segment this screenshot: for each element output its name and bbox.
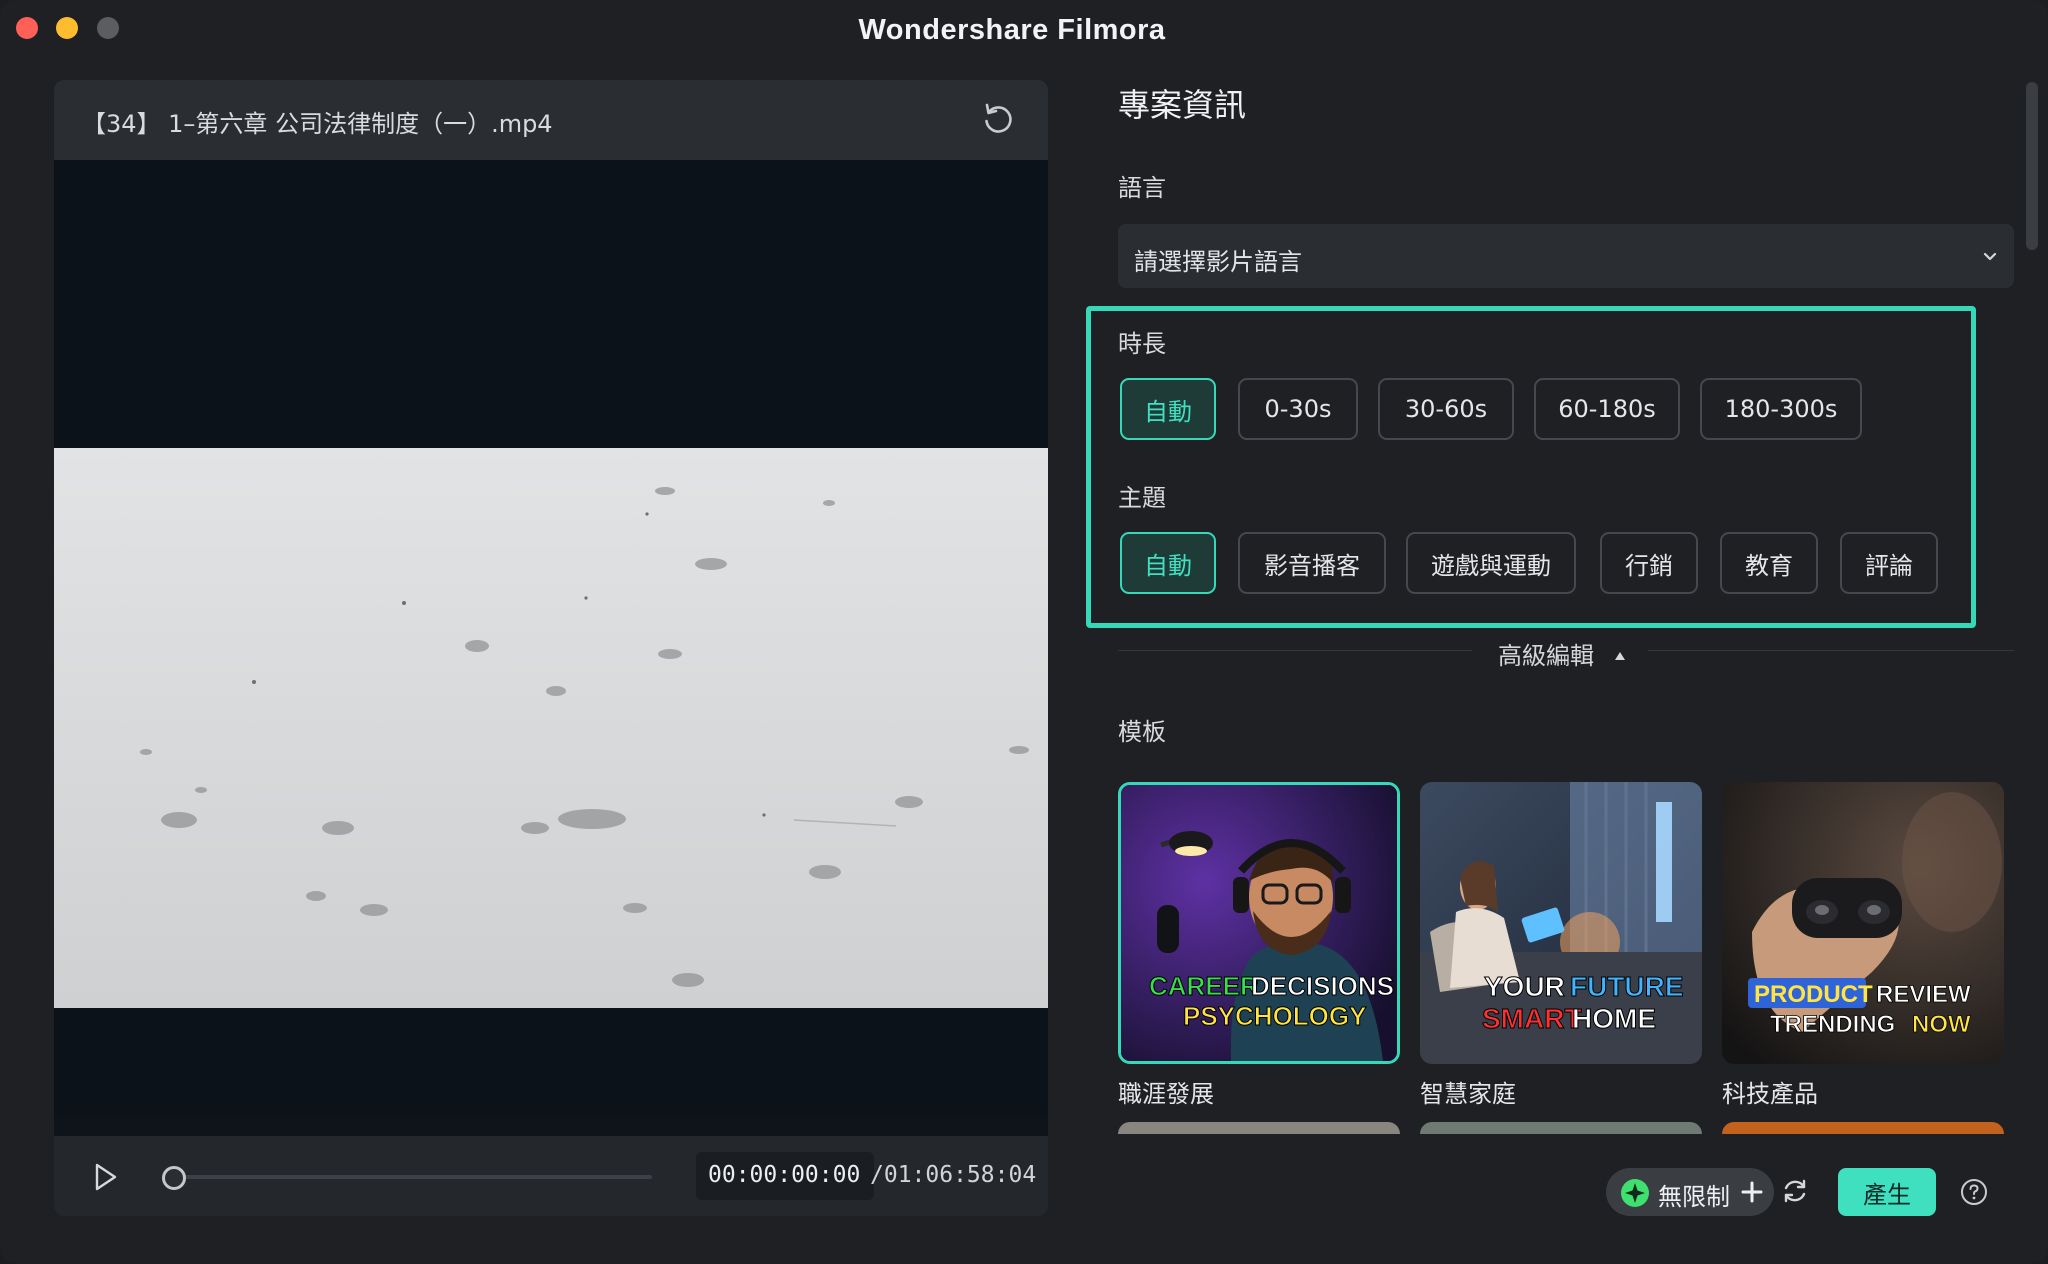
language-select[interactable]: 請選擇影片語言	[1118, 224, 2014, 288]
total-duration: /01:06:58:04	[870, 1162, 1037, 1188]
video-preview-panel: 【34】 1–第六章 公司法律制度（一）.mp4 00:00:00:00 /01…	[54, 80, 1048, 1216]
current-timecode: 00:00:00:00	[708, 1162, 861, 1188]
language-label: 語言	[1118, 174, 1166, 202]
chevron-down-icon	[1980, 246, 2000, 266]
template-thumbnail: CAREER DECISIONS PSYCHOLOGY	[1121, 785, 1397, 1061]
thumb-text-product: PRODUCT	[1754, 981, 1873, 1008]
theme-option-education[interactable]: 教育	[1720, 532, 1818, 594]
duration-option-auto[interactable]: 自動	[1120, 378, 1216, 440]
thumb-text-career: CAREER	[1149, 971, 1259, 1001]
thumb-text-smart: SMART	[1482, 1003, 1582, 1034]
refresh-icon[interactable]	[978, 100, 1018, 140]
template-name-smart-home: 智慧家庭	[1420, 1080, 1516, 1108]
template-name-tech-product: 科技產品	[1722, 1080, 1818, 1108]
language-placeholder: 請選擇影片語言	[1134, 248, 1302, 276]
panel-title: 專案資訊	[1118, 86, 1247, 124]
file-name: 【34】 1–第六章 公司法律制度（一）.mp4	[82, 110, 553, 138]
plan-label: 無限制	[1658, 1183, 1730, 1211]
template-thumbnail: YOUR FUTURE SMART HOME	[1420, 782, 1702, 1064]
templates-label: 模板	[1118, 718, 1166, 746]
panel-scrollbar[interactable]	[2026, 82, 2038, 250]
unlimited-icon	[1620, 1178, 1650, 1208]
plus-icon[interactable]	[1738, 1178, 1766, 1206]
theme-option-gaming-sports[interactable]: 遊戲與運動	[1406, 532, 1576, 594]
thumb-text-psychology: PSYCHOLOGY	[1183, 1001, 1366, 1031]
title-bar: Wondershare Filmora	[0, 0, 2048, 62]
app-window: Wondershare Filmora 【34】 1–第六章 公司法律制度（一）…	[0, 0, 2048, 1264]
template-card-smart-home[interactable]: YOUR FUTURE SMART HOME	[1420, 782, 1702, 1064]
scrub-handle[interactable]	[162, 1166, 186, 1190]
caret-up-icon[interactable]	[1614, 646, 1626, 660]
plan-badge[interactable]: 無限制	[1606, 1168, 1774, 1216]
thumb-text-future: FUTURE	[1570, 971, 1684, 1002]
theme-option-auto[interactable]: 自動	[1120, 532, 1216, 594]
help-icon[interactable]	[1960, 1178, 1988, 1206]
duration-label: 時長	[1118, 330, 1166, 358]
playback-controls: 00:00:00:00 /01:06:58:04	[54, 1136, 1048, 1216]
play-icon[interactable]	[88, 1160, 122, 1194]
thumb-text-review: REVIEW	[1876, 981, 1971, 1008]
duration-option-30-60s[interactable]: 30-60s	[1378, 378, 1514, 440]
scrub-track[interactable]	[172, 1175, 652, 1179]
thumb-text-now: NOW	[1912, 1011, 1971, 1038]
template-card-peek[interactable]	[1722, 1122, 2004, 1134]
thumb-text-home: HOME	[1572, 1003, 1656, 1034]
thumb-text-decisions: DECISIONS	[1251, 971, 1394, 1001]
sync-icon[interactable]	[1780, 1176, 1810, 1206]
template-card-career[interactable]: CAREER DECISIONS PSYCHOLOGY	[1118, 782, 1400, 1064]
theme-option-review[interactable]: 評論	[1840, 532, 1938, 594]
template-card-peek[interactable]	[1118, 1122, 1400, 1134]
thumb-text-your: YOUR	[1484, 971, 1565, 1002]
theme-option-marketing[interactable]: 行銷	[1600, 532, 1698, 594]
divider-left	[1118, 650, 1472, 651]
duration-option-0-30s[interactable]: 0-30s	[1238, 378, 1358, 440]
duration-option-60-180s[interactable]: 60-180s	[1534, 378, 1680, 440]
theme-option-podcast[interactable]: 影音播客	[1238, 532, 1386, 594]
video-canvas[interactable]	[54, 160, 1048, 1116]
video-frame	[54, 448, 1048, 1008]
preview-header: 【34】 1–第六章 公司法律制度（一）.mp4	[54, 80, 1048, 160]
advanced-edit-toggle[interactable]: 高級編輯	[1498, 636, 1594, 671]
template-thumbnail: PRODUCT REVIEW TRENDING NOW	[1722, 782, 2004, 1064]
thumb-text-trending: TRENDING	[1770, 1011, 1895, 1038]
divider-right	[1648, 650, 2014, 651]
template-card-peek[interactable]	[1420, 1122, 1702, 1134]
template-card-tech-product[interactable]: PRODUCT REVIEW TRENDING NOW	[1722, 782, 2004, 1064]
duration-option-180-300s[interactable]: 180-300s	[1700, 378, 1862, 440]
app-title: Wondershare Filmora	[858, 14, 1166, 46]
template-name-career: 職涯發展	[1118, 1080, 1214, 1108]
theme-label: 主題	[1118, 484, 1166, 512]
generate-button[interactable]: 產生	[1838, 1168, 1936, 1216]
